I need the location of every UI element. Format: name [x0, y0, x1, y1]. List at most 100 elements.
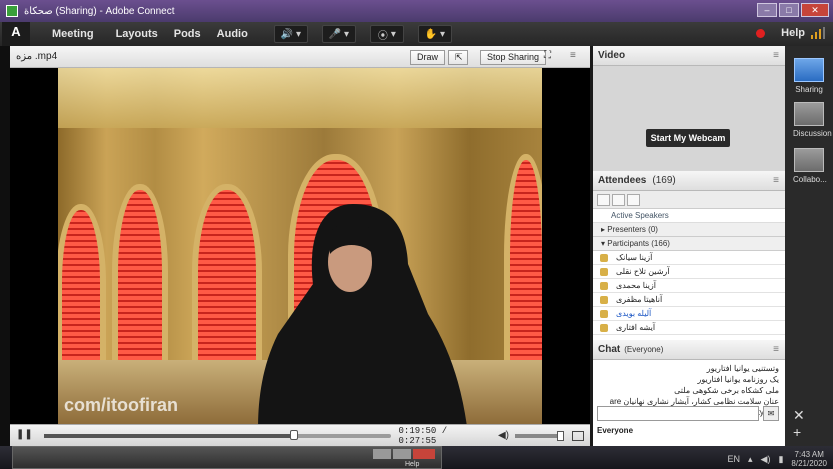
seek-handle[interactable] [289, 429, 298, 440]
chat-audience: (Everyone) [624, 345, 664, 354]
participant-row[interactable]: آلیله بویدی [593, 307, 785, 321]
minimize-button[interactable]: – [757, 3, 777, 17]
status-view-icon[interactable] [612, 193, 625, 206]
fullscreen-icon[interactable]: ⛶ [544, 50, 551, 61]
video-pod-menu-icon[interactable]: ≡ [773, 50, 779, 61]
bg-maximize-button[interactable] [393, 449, 411, 459]
participant-row[interactable]: آزینا سیانک [593, 251, 785, 265]
video-fullscreen-icon[interactable] [572, 430, 584, 441]
speaker-button[interactable]: 🔊 ▾ [273, 25, 308, 43]
pause-icon[interactable]: ❚❚ [16, 429, 33, 443]
chat-input[interactable] [597, 406, 759, 421]
participant-row[interactable]: آرشین تلاح نقلی [593, 265, 785, 279]
menu-meeting[interactable]: Meeting [52, 28, 94, 40]
right-pod-column: Video ≡ Start My Webcam Attendees (169) … [593, 46, 785, 446]
app-icon [6, 5, 18, 17]
volume-slider[interactable] [514, 430, 565, 441]
adobe-logo: A [2, 22, 30, 46]
participant-status-icon [600, 295, 608, 304]
raise-hand-icon: ✋ [424, 28, 438, 40]
video-pod-title: Video [598, 50, 626, 61]
participant-name: آیشه افتاری [616, 323, 656, 332]
menu-layouts[interactable]: Layouts [116, 28, 158, 40]
participant-row[interactable]: آناهیتا مظفری [593, 293, 785, 307]
volume-handle[interactable] [557, 430, 565, 441]
participant-name: آزینا سیانک [616, 253, 653, 262]
start-webcam-button[interactable]: Start My Webcam [646, 129, 730, 147]
language-indicator[interactable]: EN [727, 454, 740, 464]
volume-icon[interactable]: ◀) [498, 430, 509, 441]
volume-tray-icon[interactable]: ◀) [761, 454, 771, 465]
participant-row[interactable]: آزینا محمدی [593, 279, 785, 293]
attendees-count: (169) [652, 175, 676, 186]
share-pod-header: مزه .mp4 Draw ⇱ Stop Sharing ⛶ ≡ [10, 46, 590, 68]
network-tray-icon[interactable]: ▮ [778, 454, 783, 465]
list-view-icon[interactable] [597, 193, 610, 206]
layout-label: Collabo... [793, 175, 827, 184]
seek-bar[interactable] [44, 429, 391, 440]
layout-label: Discussion [793, 129, 832, 138]
red-lattice-window [510, 160, 542, 360]
participant-row[interactable]: آیشه افتاری [593, 321, 785, 335]
playback-time: 0:19:50 / 0:27:55 [398, 425, 448, 446]
chat-title: Chat [598, 344, 621, 355]
menu-audio[interactable]: Audio [217, 28, 248, 40]
main-menubar: A Meeting Layouts Pods Audio 🔊 ▾ 🎤 ▾ ⦿ ▾ ✋ ▾ [0, 22, 833, 46]
window-title: صحكاة (Sharing) - Adobe Connect [24, 5, 175, 17]
share-pod: مزه .mp4 Draw ⇱ Stop Sharing ⛶ ≡ com/ito… [10, 46, 590, 446]
video-watermark: com/itoofiran [64, 395, 179, 415]
layout-collaboration[interactable]: Collabo... [793, 148, 827, 184]
background-window-controls [373, 449, 435, 459]
active-speakers-label[interactable]: Active Speakers [593, 209, 785, 223]
red-lattice-window [62, 210, 100, 360]
os-taskbar: Help EN ▴ ◀) ▮ 7:43 AM 8/21/2020 [0, 446, 833, 469]
stop-sharing-button[interactable]: Stop Sharing [480, 50, 547, 65]
help-menu[interactable]: Help [781, 27, 805, 39]
red-lattice-window [118, 190, 162, 360]
shared-video-frame[interactable]: com/itoofiran [58, 68, 542, 424]
recording-indicator-icon [756, 29, 765, 38]
menu-pods[interactable]: Pods [174, 28, 201, 40]
chat-send-button[interactable]: ✉ [763, 406, 779, 421]
shared-file-name: مزه .mp4 [16, 51, 58, 62]
layout-thumbnail [794, 148, 824, 172]
seek-progress [44, 433, 294, 438]
presenters-group[interactable]: ▸ Presenters (0) [593, 223, 785, 237]
attendees-menu-icon[interactable]: ≡ [773, 175, 779, 186]
adobe-logo-letter: A [11, 24, 21, 39]
tray-arrow-icon[interactable]: ▴ [748, 454, 753, 465]
pointer-button[interactable]: ⇱ [448, 50, 468, 65]
presenters-label: Presenters (0) [607, 225, 658, 234]
layout-thumbnail [794, 58, 824, 82]
layout-actions[interactable]: ✕ + [793, 407, 833, 440]
chat-message: ملی کشکاه برخی شکوهی ملتی [674, 386, 779, 395]
media-controls: ❚❚ 0:19:50 / 0:27:55 ◀) [10, 424, 590, 446]
participant-name: آناهیتا مظفری [616, 295, 663, 304]
sort-icon[interactable] [627, 193, 640, 206]
layout-thumbnail [794, 102, 824, 126]
webcam-button[interactable]: ⦿ ▾ [369, 25, 404, 43]
layout-discussion[interactable]: Discussion [793, 102, 832, 138]
background-window[interactable]: Help [12, 446, 442, 469]
system-clock[interactable]: 7:43 AM 8/21/2020 [791, 450, 827, 468]
participants-group[interactable]: ▾ Participants (166) [593, 237, 785, 251]
draw-button[interactable]: Draw [410, 50, 446, 65]
pod-menu-icon[interactable]: ≡ [570, 50, 576, 61]
presenter-figure [258, 204, 467, 424]
participant-name: آزینا محمدی [616, 281, 656, 290]
chat-menu-icon[interactable]: ≡ [773, 344, 779, 355]
background-help-menu[interactable]: Help [405, 461, 419, 468]
red-lattice-window [198, 190, 256, 360]
video-pod-header: Video ≡ [593, 46, 785, 66]
bg-close-button[interactable] [413, 449, 435, 459]
raise-hand-button[interactable]: ✋ ▾ [417, 25, 452, 43]
attendees-toolbar [593, 191, 785, 209]
maximize-button[interactable]: □ [779, 3, 799, 17]
clock-time: 7:43 AM [794, 450, 824, 459]
microphone-button[interactable]: 🎤 ▾ [321, 25, 356, 43]
close-button[interactable]: ✕ [801, 3, 829, 17]
participant-status-icon [600, 281, 608, 290]
layout-sharing[interactable]: Sharing [793, 58, 825, 94]
bg-minimize-button[interactable] [373, 449, 391, 459]
chat-tab-everyone[interactable]: Everyone [597, 426, 633, 435]
